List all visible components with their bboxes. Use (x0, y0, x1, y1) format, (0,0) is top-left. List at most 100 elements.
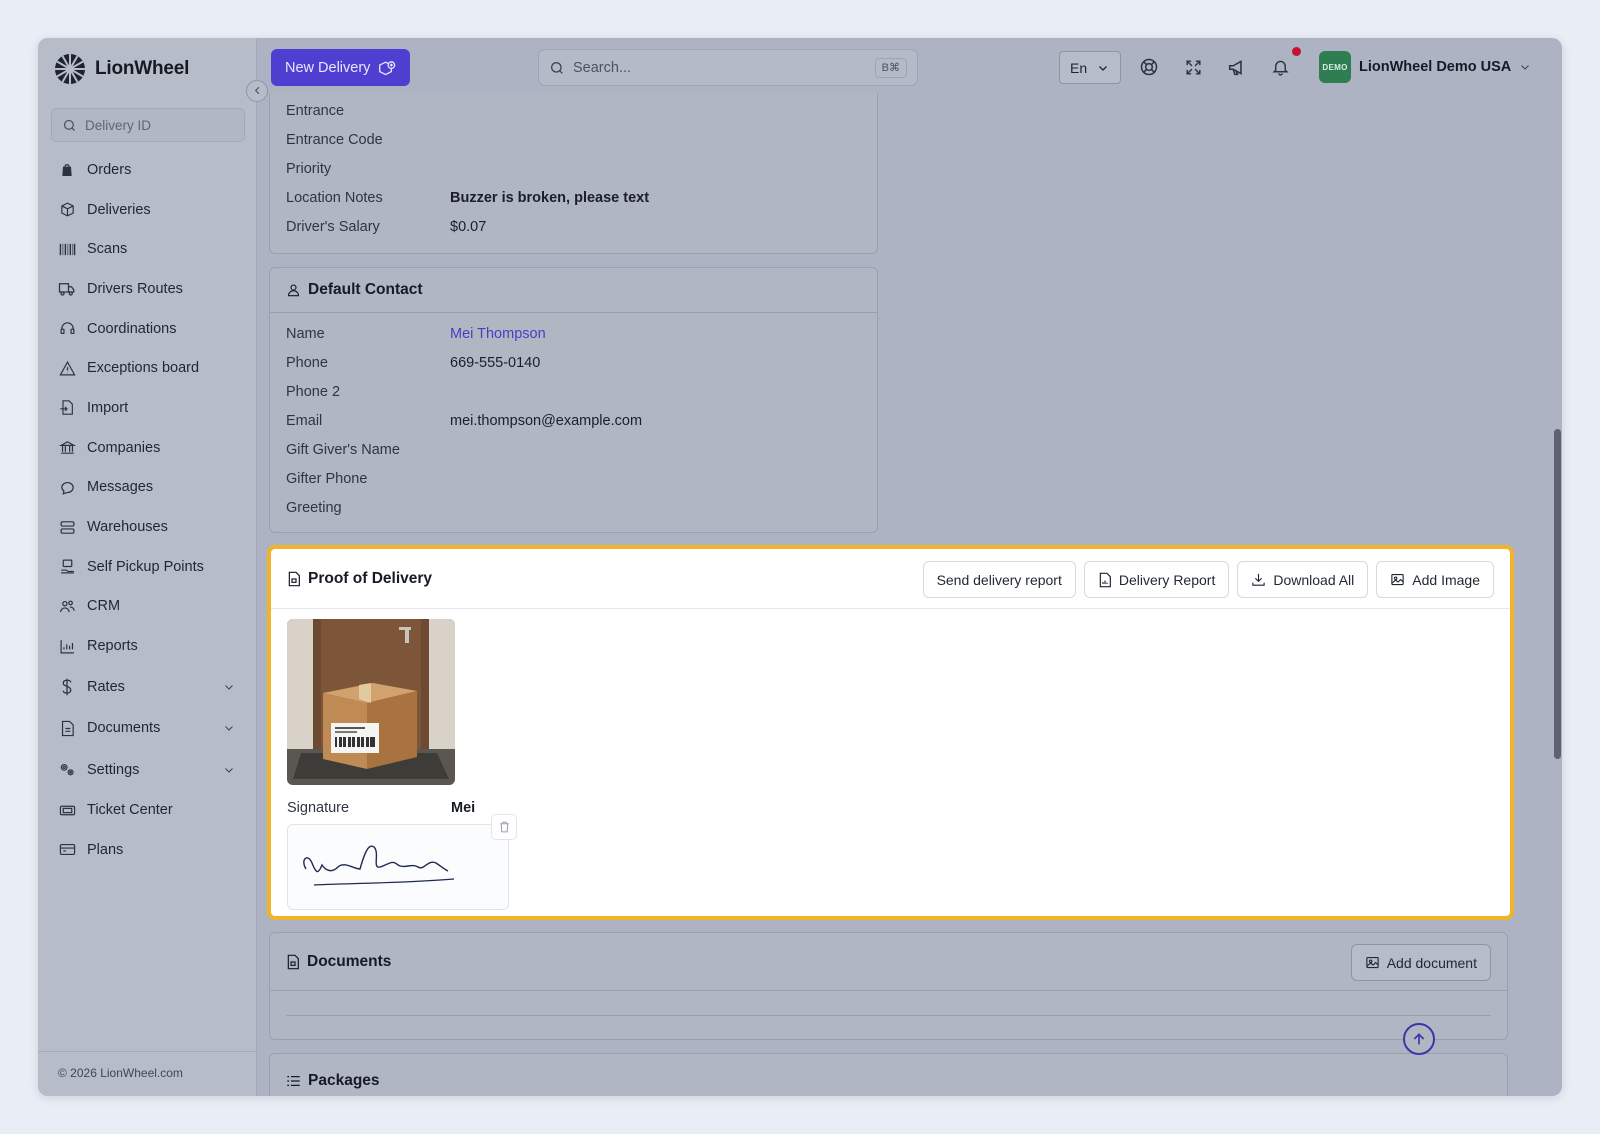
sidebar-item-label: Reports (87, 638, 138, 655)
sidebar-item-label: Deliveries (87, 201, 151, 218)
delete-signature-button[interactable] (491, 814, 517, 840)
signature-label: Signature (287, 800, 350, 816)
signature-scribble (303, 845, 455, 886)
sidebar-item-documents[interactable]: Documents (38, 707, 257, 749)
proof-of-delivery-title: Proof of Delivery (308, 569, 433, 587)
sidebar-item-deliveries[interactable]: Deliveries (38, 190, 257, 230)
download-icon (1252, 573, 1266, 586)
ticket-icon (58, 801, 76, 819)
sidebar-item-settings[interactable]: Settings (38, 749, 257, 791)
default-contact-header: Default Contact (270, 268, 877, 313)
sidebar-item-coordinations[interactable]: Coordinations (38, 309, 257, 349)
sidebar-item-label: Coordinations (87, 320, 177, 337)
warning-icon (58, 359, 76, 377)
user-icon (287, 284, 300, 297)
scrollbar-thumb[interactable] (1554, 429, 1561, 759)
packages-panel: Packages (269, 1053, 1508, 1096)
language-select[interactable]: En (1059, 51, 1121, 84)
brand[interactable]: LionWheel (55, 54, 189, 84)
global-search[interactable]: B⌘ (538, 49, 918, 86)
list-icon (287, 1076, 300, 1086)
documents-panel: Documents Add document (269, 932, 1508, 1040)
sidebar-item-label: Scans (87, 241, 128, 258)
sidebar-item-plans[interactable]: Plans (38, 830, 257, 870)
collapse-sidebar-button[interactable] (246, 80, 268, 102)
main-scrollbar[interactable] (1552, 38, 1562, 1096)
chevron-down-icon[interactable] (223, 681, 235, 693)
scroll-to-top-button[interactable] (1403, 1023, 1435, 1055)
sidebar-item-label: Import (87, 399, 129, 416)
language-value: En (1070, 59, 1088, 76)
sidebar-item-ticket-center[interactable]: Ticket Center (38, 790, 257, 830)
image-icon (1391, 573, 1404, 586)
sidebar-item-companies[interactable]: Companies (38, 428, 257, 468)
contact-row-phone: Phone 669-555-0140 (286, 354, 541, 371)
sidebar-item-orders[interactable]: Orders (38, 150, 257, 190)
chevron-down-icon (1099, 65, 1108, 71)
sidebar-item-label: Rates (87, 678, 125, 695)
sidebar-item-self-pickup-points[interactable]: Self Pickup Points (38, 547, 257, 587)
notifications-bell-icon[interactable] (1268, 55, 1292, 79)
delivery-photo-thumbnail[interactable] (287, 619, 455, 785)
sidebar-item-label: Exceptions board (87, 360, 200, 377)
sidebar-item-drivers-routes[interactable]: Drivers Routes (38, 269, 257, 309)
search-icon (551, 61, 563, 74)
chart-icon (58, 637, 76, 655)
account-menu[interactable]: DEMO LionWheel Demo USA (1319, 51, 1531, 83)
new-delivery-button[interactable]: New Delivery (271, 49, 411, 86)
document-icon (58, 719, 76, 737)
add-image-button[interactable]: Add Image (1376, 561, 1494, 598)
fullscreen-icon[interactable] (1181, 55, 1205, 79)
sidebar-item-scans[interactable]: Scans (38, 229, 257, 269)
global-search-input[interactable] (573, 59, 863, 76)
documents-title: Documents (307, 952, 392, 970)
chevron-down-icon[interactable] (223, 722, 235, 734)
package-plus-icon (379, 60, 396, 75)
contact-row-greeting: Greeting (286, 499, 342, 516)
contact-row-gifter-phone: Gifter Phone (286, 470, 368, 487)
packages-title: Packages (308, 1072, 380, 1089)
help-lifebuoy-icon[interactable] (1137, 55, 1161, 79)
sidebar-item-exceptions-board[interactable]: Exceptions board (38, 348, 257, 388)
shopping-bag-icon (58, 161, 76, 179)
sidebar-item-reports[interactable]: Reports (38, 626, 257, 666)
location-details-panel: Entrance Entrance Code Priority Location… (269, 93, 878, 254)
download-all-button[interactable]: Download All (1237, 561, 1369, 598)
contact-row-email: Email mei.thompson@example.com (286, 412, 643, 429)
chevron-down-icon[interactable] (223, 764, 235, 776)
delivery-id-search[interactable] (51, 108, 245, 142)
truck-icon (58, 280, 76, 298)
detail-row-drivers-salary: Driver's Salary $0.07 (286, 218, 487, 235)
sidebar-item-label: Orders (87, 161, 132, 178)
file-chart-icon (1099, 572, 1111, 587)
delivery-id-input[interactable] (85, 117, 235, 133)
contact-name-link[interactable]: Mei Thompson (450, 326, 546, 342)
documents-divider (286, 1015, 1491, 1016)
account-avatar: DEMO (1319, 51, 1351, 83)
add-document-button[interactable]: Add document (1350, 944, 1491, 981)
documents-header: Documents Add document (270, 933, 1507, 991)
sidebar-item-rates[interactable]: Rates (38, 666, 257, 708)
sidebar: LionWheel Orders Deliveries Scans Driver… (38, 38, 257, 1096)
document-icon (287, 954, 299, 969)
default-contact-title: Default Contact (308, 281, 423, 298)
packages-header: Packages (270, 1054, 1507, 1094)
new-delivery-label: New Delivery (285, 59, 371, 76)
box-icon (58, 201, 76, 219)
pickup-point-icon (58, 558, 76, 576)
search-shortcut-hint: B⌘ (874, 58, 907, 78)
sidebar-item-messages[interactable]: Messages (38, 468, 257, 508)
sidebar-item-label: Messages (87, 479, 154, 496)
barcode-icon (58, 240, 76, 258)
sidebar-item-crm[interactable]: CRM (38, 587, 257, 627)
signature-image[interactable] (287, 824, 509, 910)
announcement-megaphone-icon[interactable] (1225, 55, 1249, 79)
sidebar-item-import[interactable]: Import (38, 388, 257, 428)
package-at-door-image (287, 619, 455, 785)
signature-name: Mei (451, 800, 476, 816)
send-delivery-report-button[interactable]: Send delivery report (922, 561, 1076, 598)
lionwheel-logo-icon (55, 54, 85, 84)
delivery-report-button[interactable]: Delivery Report (1083, 561, 1230, 598)
contact-row-gift-giver-name: Gift Giver's Name (286, 441, 400, 458)
sidebar-item-warehouses[interactable]: Warehouses (38, 507, 257, 547)
